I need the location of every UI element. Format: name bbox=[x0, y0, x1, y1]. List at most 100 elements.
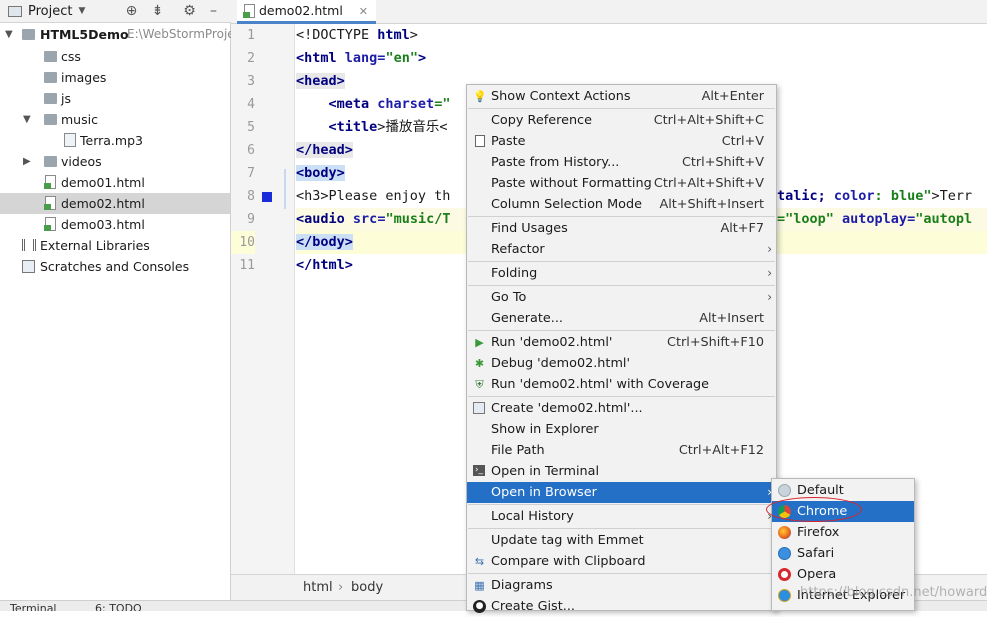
breadcrumb-item-body[interactable]: body bbox=[351, 580, 383, 595]
menu-item-update-tag-emmet[interactable]: Update tag with Emmet bbox=[467, 530, 776, 551]
line-number: 3 bbox=[247, 74, 255, 89]
gear-icon[interactable]: ⚙ bbox=[181, 3, 198, 20]
menu-item-go-to[interactable]: Go To › bbox=[467, 287, 776, 308]
menu-item-label: Copy Reference bbox=[491, 113, 592, 128]
code-token: < bbox=[296, 119, 337, 135]
menu-item-folding[interactable]: Folding › bbox=[467, 263, 776, 284]
chevron-down-icon[interactable]: ▼ bbox=[78, 6, 85, 16]
menu-item-open-in-browser[interactable]: Open in Browser › bbox=[467, 482, 776, 503]
code-token: autoplay bbox=[842, 211, 908, 227]
project-panel-title[interactable]: Project bbox=[28, 4, 72, 19]
tree-item-label: demo01.html bbox=[61, 175, 145, 190]
compare-icon: ⇆ bbox=[474, 555, 485, 568]
menu-item-paste[interactable]: Paste Ctrl+V bbox=[467, 131, 776, 152]
line-number: 1 bbox=[247, 28, 255, 43]
opera-icon bbox=[778, 568, 791, 581]
terminal-tab[interactable]: Terminal bbox=[10, 602, 57, 611]
code-token: lang bbox=[344, 50, 378, 66]
menu-item-run[interactable]: ▶ Run 'demo02.html' Ctrl+Shift+F10 bbox=[467, 332, 776, 353]
submenu-item-label: Firefox bbox=[797, 525, 840, 540]
submenu-item-safari[interactable]: Safari bbox=[772, 543, 914, 564]
menu-item-run-with-coverage[interactable]: ⛨ Run 'demo02.html' with Coverage bbox=[467, 374, 776, 395]
tree-item-music[interactable]: ▼ music bbox=[0, 109, 230, 130]
menu-item-label: Column Selection Mode bbox=[491, 197, 642, 212]
breadcrumb-item-html[interactable]: html bbox=[303, 580, 333, 595]
tab-demo02[interactable]: demo02.html ✕ bbox=[237, 0, 377, 24]
submenu-item-opera[interactable]: Opera bbox=[772, 564, 914, 585]
menu-item-create-config[interactable]: Create 'demo02.html'... bbox=[467, 398, 776, 419]
menu-item-shortcut: Ctrl+Alt+Shift+V bbox=[653, 176, 764, 191]
submenu-item-firefox[interactable]: Firefox bbox=[772, 522, 914, 543]
run-icon: ▶ bbox=[475, 336, 484, 349]
code-token: </html> bbox=[296, 257, 353, 273]
line-number: 11 bbox=[239, 258, 255, 273]
tree-item-demo01[interactable]: demo01.html bbox=[0, 172, 230, 193]
menu-item-column-selection-mode[interactable]: Column Selection Mode Alt+Shift+Insert bbox=[467, 194, 776, 215]
html-file-icon bbox=[44, 175, 56, 189]
audio-file-icon bbox=[64, 133, 76, 147]
menu-item-copy-reference[interactable]: Copy Reference Ctrl+Alt+Shift+C bbox=[467, 110, 776, 131]
code-token: > bbox=[409, 27, 418, 43]
menu-item-refactor[interactable]: Refactor › bbox=[467, 239, 776, 260]
folder-icon bbox=[44, 51, 57, 62]
github-icon: ● bbox=[473, 600, 486, 613]
tree-item-images[interactable]: images bbox=[0, 67, 230, 88]
code-token: </body> bbox=[296, 234, 353, 250]
menu-item-label: Show in Explorer bbox=[491, 422, 599, 437]
tree-item-terra-mp3[interactable]: Terra.mp3 bbox=[0, 130, 230, 151]
editor-gutter: 1 2 3 4 5 6 7 8 9 10 11 bbox=[231, 24, 295, 574]
menu-item-open-in-terminal[interactable]: ›_ Open in Terminal bbox=[467, 461, 776, 482]
menu-item-debug[interactable]: ✱ Debug 'demo02.html' bbox=[467, 353, 776, 374]
menu-item-compare-clipboard[interactable]: ⇆ Compare with Clipboard bbox=[467, 551, 776, 572]
tree-item-project-root[interactable]: ▼ HTML5Demo E:\WebStormProje bbox=[0, 24, 235, 45]
highlight-annotation bbox=[766, 497, 862, 522]
tree-item-label: music bbox=[61, 112, 98, 127]
menu-item-generate[interactable]: Generate... Alt+Insert bbox=[467, 308, 776, 329]
html-file-icon bbox=[243, 4, 255, 18]
chevron-down-icon[interactable]: ▼ bbox=[23, 109, 31, 130]
project-folder-icon bbox=[22, 29, 35, 40]
menu-item-create-gist[interactable]: ● Create Gist... bbox=[467, 596, 776, 617]
chevron-right-icon[interactable]: ▶ bbox=[23, 151, 31, 172]
code-token: blue" bbox=[890, 188, 932, 204]
locate-icon[interactable]: ⊕ bbox=[123, 3, 140, 20]
menu-item-label: Folding bbox=[491, 266, 538, 281]
menu-item-label: Open in Browser bbox=[491, 485, 597, 500]
code-token: "autopl bbox=[915, 211, 973, 227]
tree-item-demo02[interactable]: demo02.html bbox=[0, 193, 230, 214]
code-token: : bbox=[874, 188, 891, 204]
menu-item-label: Update tag with Emmet bbox=[491, 533, 644, 548]
chevron-right-icon: › bbox=[767, 266, 772, 280]
tree-item-external-libraries[interactable]: External Libraries bbox=[0, 235, 230, 256]
menu-item-show-in-explorer[interactable]: Show in Explorer bbox=[467, 419, 776, 440]
tree-item-demo03[interactable]: demo03.html bbox=[0, 214, 230, 235]
line-number: 7 bbox=[247, 166, 255, 181]
submenu-item-label: Opera bbox=[797, 567, 837, 582]
code-token: < bbox=[296, 50, 305, 66]
hide-icon[interactable]: – bbox=[205, 3, 222, 20]
ie-icon bbox=[778, 589, 791, 602]
tree-item-label: Terra.mp3 bbox=[80, 133, 143, 148]
tree-item-videos[interactable]: ▶ videos bbox=[0, 151, 230, 172]
chevron-down-icon[interactable]: ▼ bbox=[5, 24, 13, 45]
tree-item-js[interactable]: js bbox=[0, 88, 230, 109]
collapse-all-icon[interactable]: ⇟ bbox=[149, 3, 166, 20]
tree-item-css[interactable]: css bbox=[0, 46, 230, 67]
close-icon[interactable]: ✕ bbox=[359, 5, 368, 18]
globe-icon bbox=[778, 484, 791, 497]
menu-item-local-history[interactable]: Local History › bbox=[467, 506, 776, 527]
bookmark-icon[interactable] bbox=[262, 192, 272, 202]
line-number: 2 bbox=[247, 51, 255, 66]
tree-item-scratches[interactable]: Scratches and Consoles bbox=[0, 256, 230, 277]
menu-item-paste-from-history[interactable]: Paste from History... Ctrl+Shift+V bbox=[467, 152, 776, 173]
menu-item-show-context-actions[interactable]: 💡 Show Context Actions Alt+Enter bbox=[467, 86, 776, 107]
menu-item-paste-without-formatting[interactable]: Paste without Formatting Ctrl+Alt+Shift+V bbox=[467, 173, 776, 194]
menu-item-diagrams[interactable]: ▦ Diagrams bbox=[467, 575, 776, 596]
menu-item-file-path[interactable]: File Path Ctrl+Alt+F12 bbox=[467, 440, 776, 461]
code-token: < bbox=[296, 96, 337, 112]
todo-tab[interactable]: 6: TODO bbox=[95, 602, 142, 611]
html-file-icon bbox=[44, 217, 56, 231]
menu-separator bbox=[468, 108, 775, 109]
menu-item-find-usages[interactable]: Find Usages Alt+F7 bbox=[467, 218, 776, 239]
html-file-icon bbox=[44, 196, 56, 210]
